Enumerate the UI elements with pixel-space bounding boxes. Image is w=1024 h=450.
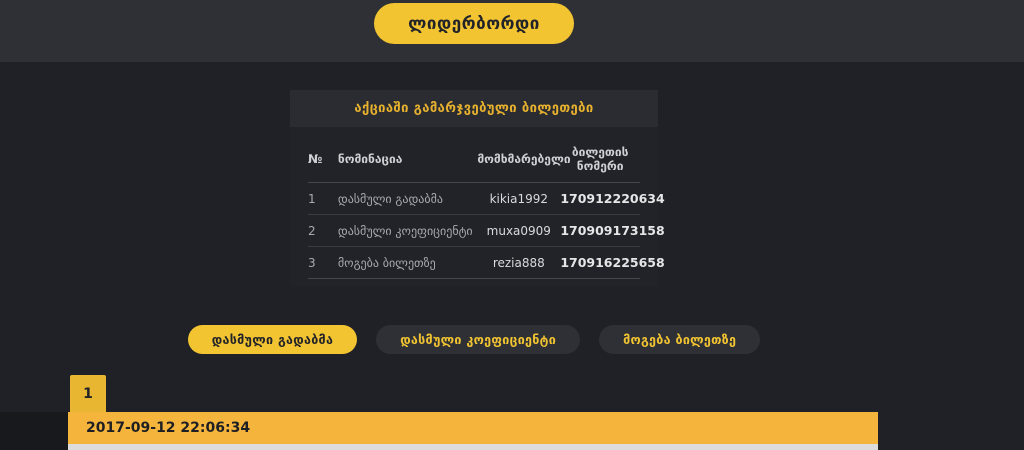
winners-table: № ნომინაცია მომხმარებელი ბილეთის ნომერი …	[308, 137, 665, 279]
leaderboard-button[interactable]: ლიდერბორდი	[374, 3, 574, 44]
table-row: 2 დასმული კოეფიციენტი muxa0909 170909173…	[308, 214, 665, 247]
col-header-nomination: ნომინაცია	[337, 137, 478, 183]
ticket-date-bar[interactable]: 2017-09-12 22:06:34	[68, 412, 878, 444]
grid-col-game: თამაში	[197, 444, 562, 450]
row-nomination: დასმული გადაბმა	[337, 182, 478, 215]
filter-button-coefficient[interactable]: დასმული კოეფიციენტი	[376, 325, 581, 354]
main-content: აქციაში გამარჯვებული ბილეთები № ნომინაცი…	[0, 90, 948, 450]
winners-table-header-row: № ნომინაცია მომხმარებელი ბილეთის ნომერი	[308, 137, 640, 183]
row-user: kikia1992	[477, 182, 561, 215]
ticket-tab-1[interactable]: 1	[70, 375, 106, 412]
grid-col-result: შედეგი	[562, 444, 723, 450]
col-header-user: მომხმარებელი	[477, 137, 571, 183]
top-header-bar: ლიდერბორდი	[0, 0, 1024, 62]
winning-tickets-panel-title: აქციაში გამარჯვებული ბილეთები	[290, 90, 658, 127]
grid-col-status: სტატუსი	[778, 444, 878, 450]
row-ticket: 170916225658	[560, 246, 665, 279]
row-no: 2	[308, 214, 338, 247]
nomination-filter-buttons: დასმული გადაბმა დასმული კოეფიციენტი მოგე…	[0, 325, 948, 354]
row-user: rezia888	[477, 246, 561, 279]
row-nomination: მოგება ბილეთზე	[337, 246, 478, 279]
table-row: 3 მოგება ბილეთზე rezia888 170916225658	[308, 246, 665, 279]
grid-col-number: #	[68, 444, 98, 450]
row-nomination: დასმული კოეფიციენტი	[337, 214, 478, 247]
col-header-ticket: ბილეთის ნომერი	[560, 137, 640, 183]
grid-col-date: თარიღი	[98, 444, 197, 450]
filter-button-win[interactable]: მოგება ბილეთზე	[599, 325, 761, 354]
col-header-no: №	[308, 137, 338, 183]
winning-tickets-panel-body: № ნომინაცია მომხმარებელი ბილეთის ნომერი …	[290, 127, 665, 287]
row-no: 3	[308, 246, 338, 279]
ticket-grid-header: # თარიღი თამაში შედეგი კოეფ სტატუსი	[68, 444, 878, 450]
left-dark-strip	[0, 412, 68, 450]
grid-col-coef: კოეფ	[723, 444, 778, 450]
row-user: muxa0909	[477, 214, 561, 247]
ticket-detail-section: 1 2017-09-12 22:06:34 # თარიღი თამაში შე…	[0, 375, 948, 450]
table-row: 1 დასმული გადაბმა kikia1992 170912220634	[308, 182, 665, 215]
winning-tickets-panel: აქციაში გამარჯვებული ბილეთები № ნომინაცი…	[290, 90, 665, 287]
filter-button-parlay[interactable]: დასმული გადაბმა	[187, 325, 358, 354]
row-ticket: 170909173158	[560, 214, 665, 247]
row-ticket: 170912220634	[560, 182, 665, 215]
row-no: 1	[308, 182, 338, 215]
